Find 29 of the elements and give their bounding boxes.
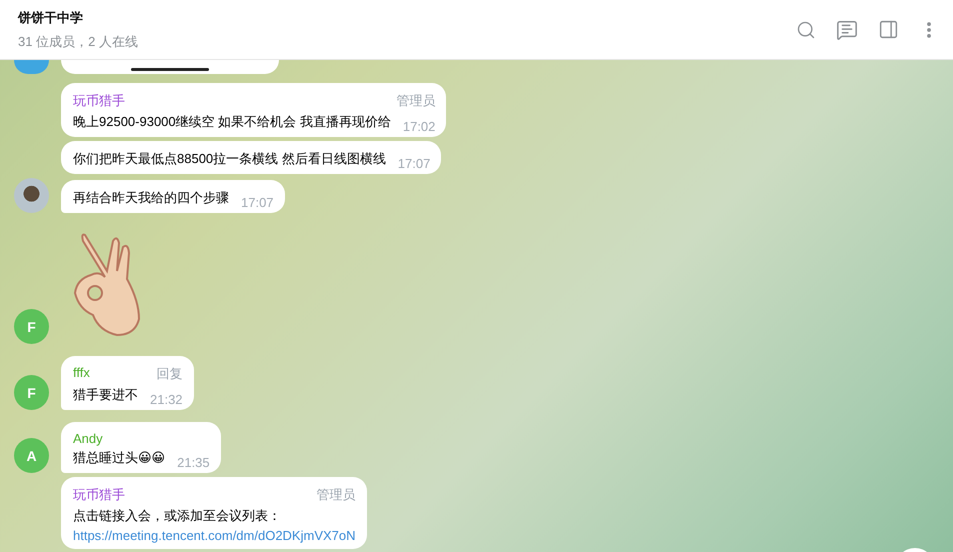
sender-name[interactable]: Andy: [73, 431, 103, 446]
sender-name[interactable]: 玩币猎手: [73, 486, 125, 504]
sender-name[interactable]: 玩币猎手: [73, 92, 125, 110]
message-time: 17:07: [398, 156, 430, 171]
chat-title: 饼饼干中学: [18, 8, 84, 26]
member-count: 31 位成员，2 人在线: [18, 32, 138, 50]
role-label: 管理员: [396, 92, 436, 110]
avatar-photo-placeholder[interactable]: [14, 178, 49, 213]
avatar[interactable]: A: [14, 438, 49, 473]
message-text: 猎总睡过头😀😀: [73, 449, 166, 467]
sidebar-icon[interactable]: [878, 19, 899, 40]
meeting-link[interactable]: https://meeting.tencent.com/dm/dO2DKjmVX7oN: [73, 528, 356, 543]
message-time: 21:35: [177, 455, 210, 470]
message-text: 再结合昨天我给的四个步骤: [73, 189, 229, 207]
message-text: 你们把昨天最低点88500拉一条横线 然后看日线图横线: [73, 150, 386, 168]
avatar[interactable]: F: [14, 375, 49, 410]
role-label: 管理员: [316, 486, 356, 504]
message-text: 晚上92500-93000继续空 如果不给机会 我直播再现价给: [73, 113, 391, 131]
message-text: 猎手要进不: [73, 386, 138, 404]
speech-bubble-icon[interactable]: [836, 18, 858, 40]
message-text: 点击链接入会，或添加至会议列表：: [73, 507, 281, 525]
message-time: 17:07: [241, 195, 274, 210]
search-icon[interactable]: [796, 20, 816, 40]
media-bubble[interactable]: [61, 60, 279, 74]
role-label: 回复: [156, 365, 183, 383]
message-time: 17:02: [402, 119, 436, 134]
sender-name[interactable]: fffx: [73, 365, 90, 383]
avatar[interactable]: F: [14, 309, 49, 344]
message-time: 21:32: [150, 392, 183, 407]
